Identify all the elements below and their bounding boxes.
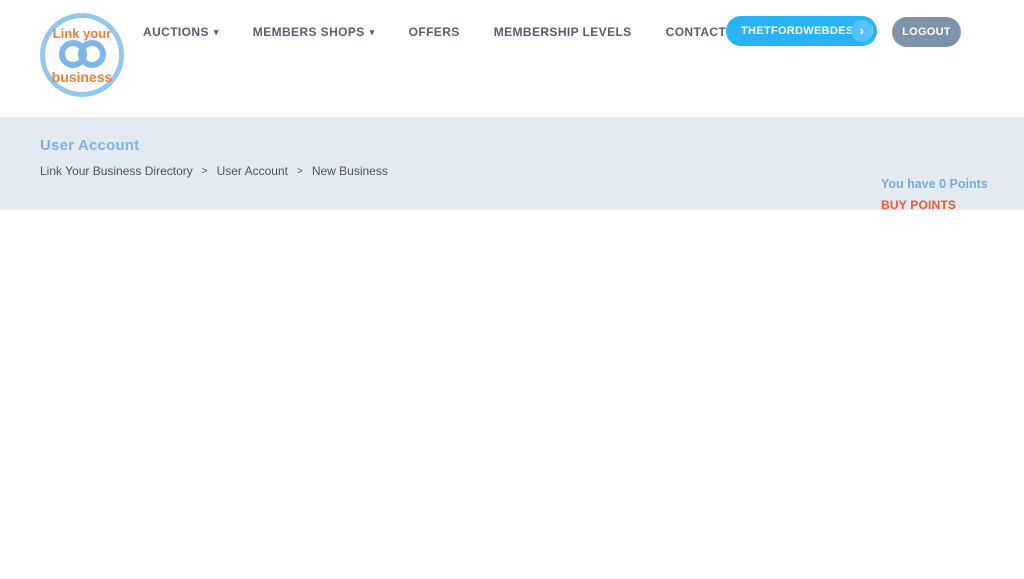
site-logo[interactable]: Link your business bbox=[40, 13, 124, 97]
logo-text-bottom: business bbox=[45, 69, 119, 85]
nav-item-offers[interactable]: OFFERS bbox=[409, 25, 460, 39]
breadcrumb-separator-icon: > bbox=[202, 166, 208, 177]
points-box: You have 0 Points BUY POINTS bbox=[881, 177, 988, 212]
breadcrumb-separator-icon: > bbox=[297, 166, 303, 177]
logo-text-top: Link your bbox=[45, 26, 119, 41]
nav-item-label: AUCTIONS bbox=[143, 25, 209, 39]
page-title: User Account bbox=[40, 137, 139, 154]
breadcrumb-link-user-account[interactable]: User Account bbox=[217, 164, 288, 178]
chevron-down-icon: ▾ bbox=[370, 28, 375, 37]
nav-item-label: MEMBERSHIP LEVELS bbox=[494, 25, 632, 39]
points-summary: You have 0 Points bbox=[881, 177, 988, 191]
breadcrumb-current-new-business: New Business bbox=[312, 164, 388, 178]
chevron-right-icon: › bbox=[851, 20, 873, 42]
account-button[interactable]: THETFORDWEBDESIGN › bbox=[726, 16, 877, 46]
nav-item-label: MEMBERS SHOPS bbox=[253, 25, 365, 39]
chevron-down-icon: ▾ bbox=[214, 28, 219, 37]
breadcrumb: Link Your Business Directory > User Acco… bbox=[40, 164, 388, 178]
nav-item-label: OFFERS bbox=[409, 25, 460, 39]
main-nav: AUCTIONS ▾ MEMBERS SHOPS ▾ OFFERS MEMBER… bbox=[143, 24, 747, 40]
breadcrumb-link-directory[interactable]: Link Your Business Directory bbox=[40, 164, 193, 178]
site-header: Link your business AUCTIONS ▾ MEMBERS SH… bbox=[0, 0, 1024, 117]
logo-link-ring-right-icon bbox=[78, 40, 106, 68]
main-content bbox=[0, 210, 1024, 579]
nav-item-auctions[interactable]: AUCTIONS ▾ bbox=[143, 25, 219, 39]
nav-item-members-shops[interactable]: MEMBERS SHOPS ▾ bbox=[253, 25, 375, 39]
logout-button[interactable]: LOGOUT bbox=[892, 17, 961, 47]
page-header-banner: User Account Link Your Business Director… bbox=[0, 117, 1024, 210]
nav-item-membership-levels[interactable]: MEMBERSHIP LEVELS bbox=[494, 25, 632, 39]
